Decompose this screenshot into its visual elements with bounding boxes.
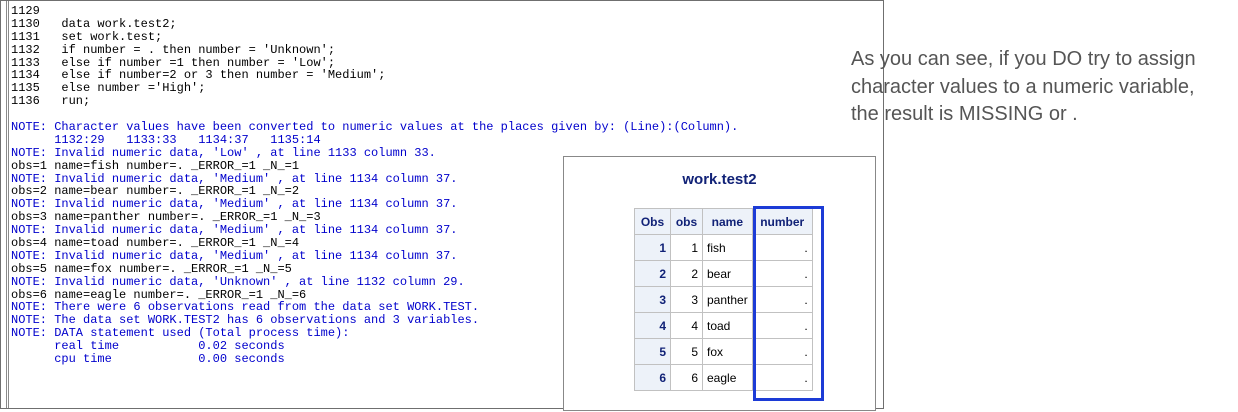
cell-obs-id: 5 [634, 338, 671, 365]
log-code-line: 1135 else number ='High'; [11, 81, 206, 96]
cell-obs: 3 [670, 286, 703, 313]
cell-name: bear [702, 260, 753, 287]
log-note-line: 1132:29 1133:33 1134:37 1135:14 [11, 132, 321, 147]
cell-number: . [751, 338, 813, 365]
cell-name: fox [702, 338, 753, 365]
cell-number: . [751, 364, 813, 391]
cell-obs-id: 6 [634, 364, 671, 391]
cell-number: . [751, 312, 813, 339]
log-gutter-border-inner [8, 1, 9, 408]
dataset-table: Obs obs name number 1 1 fish. 2 2 bear. 3 3 pant… [634, 208, 813, 391]
table-row: 3 3 panther. [634, 286, 813, 313]
cell-obs: 5 [670, 338, 703, 365]
log-code-line: 1130 data work.test2; [11, 16, 177, 31]
cell-name: eagle [702, 364, 753, 391]
cell-name: fish [702, 234, 753, 261]
cell-obs: 6 [670, 364, 703, 391]
column-header-name: name [702, 208, 753, 235]
cell-obs: 1 [670, 234, 703, 261]
table-row: 4 4 toad. [634, 312, 813, 339]
log-code-line: 1136 run; [11, 94, 91, 109]
output-window[interactable]: work.test2 Obs obs name number 1 1 fish. 2 2… [563, 156, 876, 411]
table-row: 5 5 fox. [634, 338, 813, 365]
log-code-line: 1129 [11, 4, 40, 18]
dataset-title: work.test2 [682, 171, 757, 188]
log-code-line: 1131 set work.test; [11, 29, 163, 44]
cell-obs-id: 2 [634, 260, 671, 287]
log-code-line: 1132 if number = . then number = 'Unknow… [11, 42, 336, 57]
cell-obs: 4 [670, 312, 703, 339]
column-header-number: number [751, 208, 813, 235]
commentary-text: As you can see, if you DO try to assign … [851, 48, 1196, 125]
cell-obs: 2 [670, 260, 703, 287]
cell-name: panther [702, 286, 753, 313]
cell-number: . [751, 260, 813, 287]
cell-number: . [751, 286, 813, 313]
table-row: 2 2 bear. [634, 260, 813, 287]
cell-number: . [751, 234, 813, 261]
cell-obs-id: 1 [634, 234, 671, 261]
log-gutter-border [6, 1, 7, 408]
cell-obs-id: 3 [634, 286, 671, 313]
column-header-obs-id: Obs [634, 208, 671, 235]
table-row: 1 1 fish. [634, 234, 813, 261]
cell-name: toad [702, 312, 753, 339]
log-note-line: NOTE: Character values have been convert… [11, 120, 739, 135]
cell-obs-id: 4 [634, 312, 671, 339]
table-row: 6 6 eagle. [634, 364, 813, 391]
table-header-row: Obs obs name number [634, 208, 813, 235]
column-header-obs: obs [670, 208, 703, 235]
